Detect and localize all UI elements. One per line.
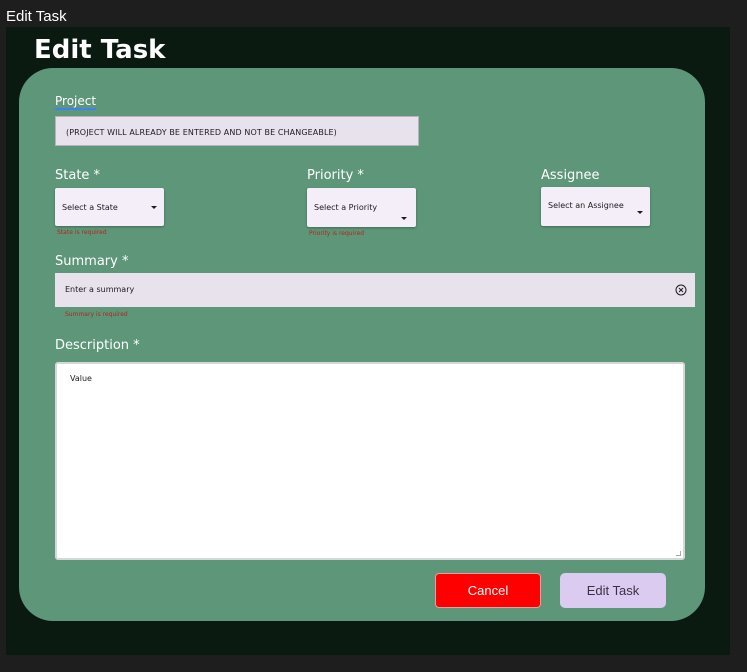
state-select-text: Select a State — [62, 203, 118, 212]
caret-down-icon — [637, 211, 643, 214]
caret-down-icon — [151, 206, 157, 209]
edit-task-frame: Edit Task Project (PROJECT WILL ALREADY … — [6, 27, 730, 655]
resize-handle-icon[interactable] — [676, 551, 681, 556]
summary-input[interactable]: Enter a summary — [55, 273, 695, 307]
assignee-select-text: Select an Assignee — [548, 201, 624, 210]
description-value: Value — [70, 374, 92, 383]
edit-task-button[interactable]: Edit Task — [560, 573, 666, 608]
state-error: State is required — [57, 229, 107, 236]
priority-select[interactable]: Select a Priority — [307, 188, 416, 227]
assignee-label: Assignee — [541, 168, 600, 183]
frame-label: Edit Task — [6, 8, 67, 25]
clear-circle-icon[interactable] — [675, 284, 687, 296]
priority-error: Priority is required — [309, 230, 365, 237]
summary-error: Summary is required — [65, 311, 128, 318]
assignee-select[interactable]: Select an Assignee — [541, 187, 650, 226]
cancel-button[interactable]: Cancel — [435, 573, 541, 608]
summary-label: Summary * — [55, 254, 129, 269]
project-field: (PROJECT WILL ALREADY BE ENTERED AND NOT… — [55, 116, 419, 146]
priority-select-text: Select a Priority — [314, 203, 378, 212]
page-title: Edit Task — [34, 35, 166, 65]
priority-label: Priority * — [307, 168, 364, 183]
description-textarea[interactable]: Value — [55, 362, 685, 560]
edit-task-form: Project (PROJECT WILL ALREADY BE ENTERED… — [19, 68, 705, 621]
state-label: State * — [55, 168, 101, 183]
state-select[interactable]: Select a State — [55, 188, 164, 226]
project-label: Project — [55, 94, 97, 110]
caret-down-icon — [401, 217, 407, 220]
summary-placeholder: Enter a summary — [65, 285, 135, 294]
description-label: Description * — [55, 338, 140, 353]
